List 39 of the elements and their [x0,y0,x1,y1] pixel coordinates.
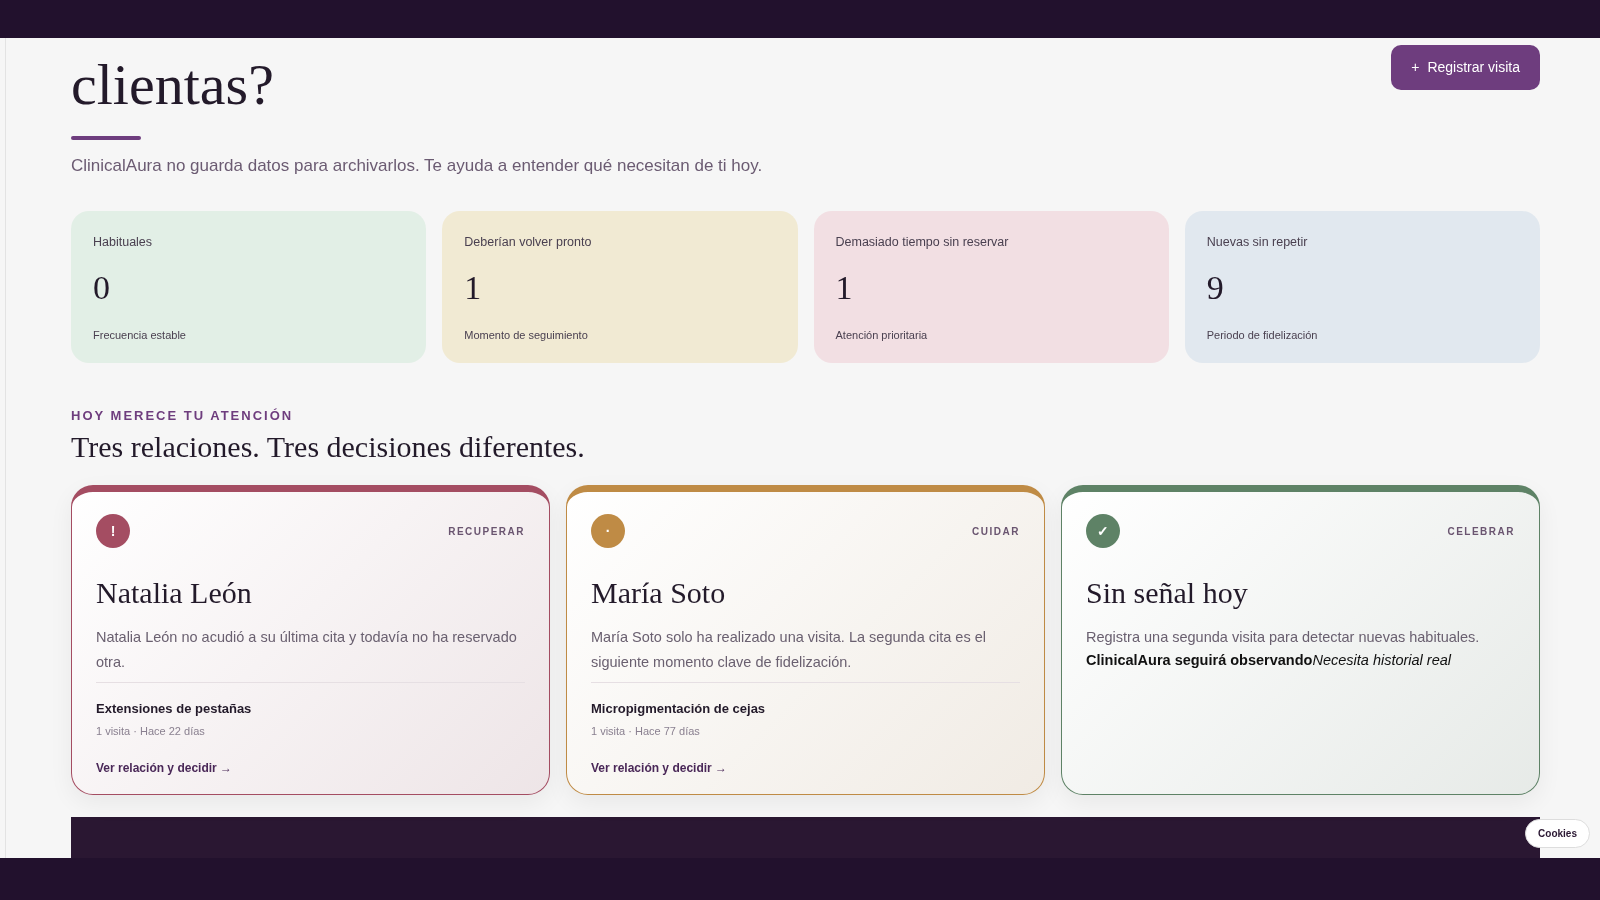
card-tag: CELEBRAR [1447,523,1515,539]
stat-value: 9 [1206,271,1225,306]
card-description: María Soto solo ha realizado una visita. La segunda cita es el siguiente momento clave de fidelización. [591,628,987,672]
status-icon: · [591,514,625,548]
card-tag: CUIDAR [972,523,1020,539]
card-description: Registra una segunda visita para detectar nuevas habituales. [1086,628,1481,647]
section-title: Tres relaciones. Tres decisiones diferentes. [71,429,586,465]
status-icon: ✓ [1086,514,1120,548]
stat-label: Demasiado tiempo sin reservar [835,233,1010,251]
title-underline [71,136,141,140]
client-name: Natalia León [96,575,253,611]
service-name: Extensiones de pestañas [96,700,253,719]
stat-caption: Periodo de fidelización [1206,328,1319,344]
status-icon: ! [96,514,130,548]
stat-value: 0 [93,271,111,306]
section-eyebrow: HOY MERECE TU ATENCIÓN [71,406,295,425]
visit-meta: 1 visita · Hace 22 días [96,723,206,739]
stat-caption: Atención prioritaria [835,328,929,344]
card-tag: RECUPERAR [448,523,525,539]
cookies-button[interactable]: Cookies [1525,819,1590,848]
stat-label: Nuevas sin repetir [1206,233,1309,251]
client-name: María Soto [591,575,727,611]
card-description: Natalia León no acudió a su última cita y todavía no ha reservado otra. [96,628,518,672]
stat-value: 1 [464,271,483,306]
status-note: ClinicalAura seguirá observandoNecesita historial real [1086,650,1453,670]
decide-link[interactable]: Ver relación y decidir → [591,759,728,778]
register-visit-button[interactable]: + Registrar visita [1391,45,1540,90]
plus-icon: + [1411,57,1420,78]
visit-meta: 1 visita · Hace 77 días [591,723,701,739]
stat-value: 1 [835,271,854,306]
page-title: clientas? [71,56,275,114]
client-name: Sin señal hoy [1086,575,1249,611]
stat-caption: Momento de seguimiento [464,328,589,344]
stat-label: Deberían volver pronto [464,233,593,251]
stat-caption: Frecuencia estable [93,328,187,344]
service-name: Micropigmentación de cejas [591,700,767,719]
page-subtitle: ClinicalAura no guarda datos para archivarlos. Te ayuda a entender qué necesitan de ti hoy. [71,155,763,177]
stat-label: Habituales [93,233,154,251]
decide-link[interactable]: Ver relación y decidir → [96,759,233,778]
